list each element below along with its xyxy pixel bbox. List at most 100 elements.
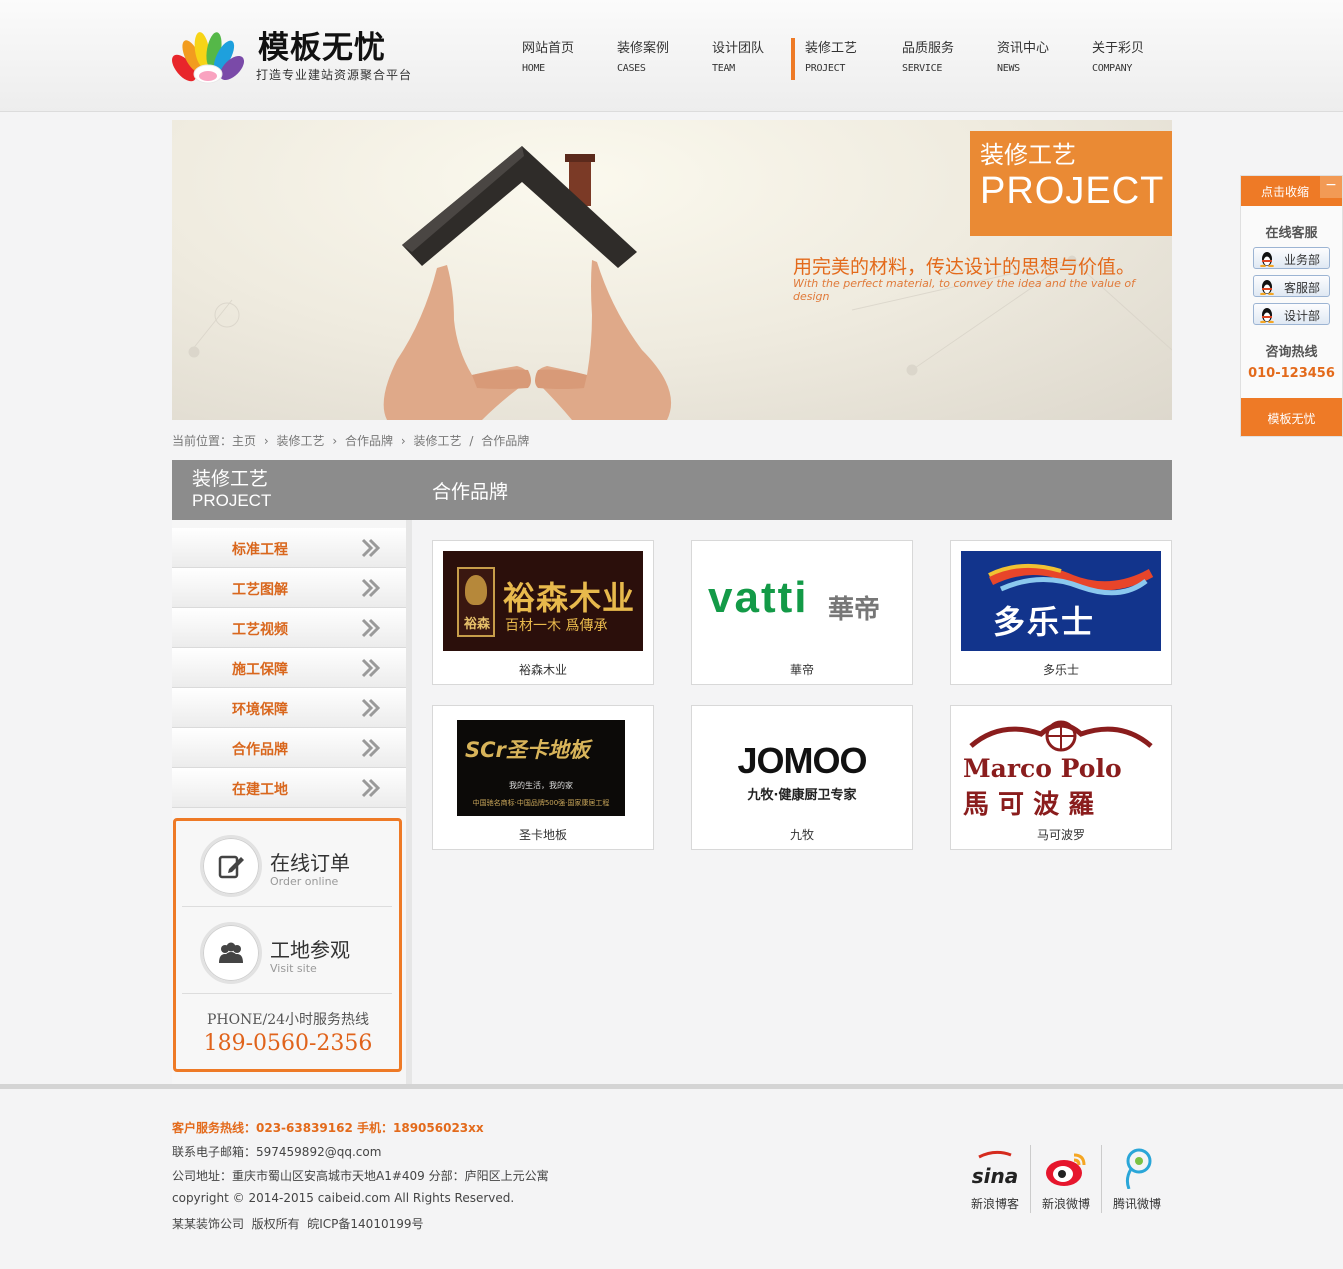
- breadcrumb-separator: ›: [263, 434, 269, 448]
- nav-label: 装修案例: [617, 41, 670, 56]
- logo-title: 模板无忧: [258, 30, 386, 66]
- breadcrumb-current: 合作品牌: [481, 434, 530, 448]
- sina-blog-link[interactable]: sina 新浪博客: [960, 1145, 1030, 1215]
- breadcrumb-brands[interactable]: 合作品牌: [345, 434, 393, 448]
- sidebar-item-standard[interactable]: 标准工程: [172, 528, 406, 568]
- social-label: 新浪博客: [970, 1197, 1019, 1211]
- nav-label: 网站首页: [522, 41, 575, 56]
- nav-label: 装修工艺: [805, 41, 858, 56]
- brand-logo-sub: 我的生活，我的家: [509, 781, 573, 790]
- panel-footer-link[interactable]: 模板无忧: [1241, 398, 1342, 436]
- sina-wordmark: sina: [972, 1164, 1019, 1188]
- nav-sublabel: NEWS: [997, 63, 1020, 74]
- sina-weibo-link[interactable]: 新浪微博: [1031, 1145, 1101, 1215]
- sidebar: 装修工艺 PROJECT 标准工程 工艺图解 工艺视频 施工保障 环境保障 合作…: [172, 460, 412, 1084]
- banner-title-en: PROJECT: [980, 170, 1165, 212]
- brand-logo-vatti: vatti 華帝: [702, 551, 902, 651]
- sidebar-item-brands[interactable]: 合作品牌: [172, 728, 406, 768]
- nav-cases[interactable]: 装修案例 CASES: [605, 38, 695, 80]
- sidebar-item-label: 标准工程: [232, 542, 288, 558]
- breadcrumb-project-2[interactable]: 装修工艺: [413, 434, 461, 448]
- nav-company[interactable]: 关于彩贝 COMPANY: [1080, 38, 1170, 80]
- phone-number: 189-0560-2356: [203, 1031, 373, 1056]
- sidebar-item-environment[interactable]: 环境保障: [172, 688, 406, 728]
- brand-card-vatti[interactable]: vatti 華帝 華帝: [691, 540, 913, 685]
- brand-logo-jomoo: JOMOO 九牧·健康厨卫专家: [702, 716, 902, 816]
- nav-news[interactable]: 资讯中心 NEWS: [985, 38, 1075, 80]
- banner-slogan: 用完美的材料，传达设计的思想与价值。: [793, 256, 1136, 278]
- sidebar-item-label: 工艺视频: [232, 622, 288, 638]
- order-online-link[interactable]: 在线订单 Order online: [182, 821, 392, 907]
- service-title: 在线客服: [1265, 226, 1318, 241]
- double-chevron-right-icon: [361, 578, 381, 598]
- nav-project[interactable]: 装修工艺 PROJECT: [791, 38, 881, 80]
- brand-logo-dulux: 多乐士: [961, 551, 1161, 651]
- footer-icp: 某某装饰公司 版权所有 皖ICP备14010199号: [172, 1217, 424, 1231]
- qq-button-label: 客服部: [1284, 281, 1321, 295]
- breadcrumb-home[interactable]: 主页: [232, 434, 256, 448]
- nav-home[interactable]: 网站首页 HOME: [510, 38, 600, 80]
- brand-card-jomoo[interactable]: JOMOO 九牧·健康厨卫专家 九牧: [691, 705, 913, 850]
- brand-logo-marcopolo: Marco Polo 馬 可 波 羅: [961, 716, 1161, 816]
- nav-sublabel: HOME: [522, 63, 545, 74]
- sidebar-item-video[interactable]: 工艺视频: [172, 608, 406, 648]
- nav-sublabel: CASES: [617, 63, 646, 74]
- brand-card-marcopolo[interactable]: Marco Polo 馬 可 波 羅 马可波罗: [950, 705, 1172, 850]
- sidebar-header: 装修工艺 PROJECT: [172, 460, 412, 520]
- nav-sublabel: COMPANY: [1092, 63, 1133, 74]
- brand-logo-sub2: 中国驰名商标·中国品牌500强·国家康居工程: [472, 799, 610, 807]
- brand-card-yusen[interactable]: 裕森 裕森木业 百材一木 爲傳承 裕森木业: [432, 540, 654, 685]
- weibo-icon: [1046, 1153, 1086, 1186]
- sidebar-title-cn: 装修工艺: [192, 468, 269, 490]
- nav-service[interactable]: 品质服务 SERVICE: [890, 38, 980, 80]
- sidebar-item-label: 合作品牌: [232, 742, 288, 758]
- site-logo[interactable]: 模板无忧 打造专业建站资源聚合平台: [172, 22, 432, 88]
- nav-sublabel: PROJECT: [805, 63, 846, 74]
- qq-button-business[interactable]: 业务部: [1253, 247, 1330, 269]
- tencent-weibo-link[interactable]: 腾讯微博: [1102, 1145, 1172, 1215]
- tree-icon: [465, 575, 487, 605]
- brand-name: 裕森木业: [518, 663, 567, 677]
- sidebar-item-sites[interactable]: 在建工地: [172, 768, 406, 808]
- breadcrumb-separator: /: [469, 434, 474, 448]
- qq-button-design[interactable]: 设计部: [1253, 303, 1330, 325]
- brand-name: 多乐士: [1042, 663, 1079, 677]
- page-banner: 装修工艺 PROJECT 用完美的材料，传达设计的思想与价值。 With the…: [172, 120, 1172, 420]
- nav-team[interactable]: 设计团队 TEAM: [700, 38, 790, 80]
- qq-penguin-icon: [1260, 308, 1274, 323]
- brand-logo-side: 裕森: [457, 567, 495, 637]
- minus-icon: −: [1320, 176, 1342, 198]
- brand-logo-text: 多乐士: [993, 603, 1096, 641]
- brand-logo-text: Marco Polo: [963, 754, 1122, 783]
- breadcrumb-project[interactable]: 装修工艺: [277, 434, 325, 448]
- brand-logo-sub: 九牧·健康厨卫专家: [747, 788, 857, 803]
- social-label: 腾讯微博: [1112, 1197, 1161, 1211]
- double-chevron-right-icon: [361, 658, 381, 678]
- qq-button-support[interactable]: 客服部: [1253, 275, 1330, 297]
- visit-site-link[interactable]: 工地参观 Visit site: [182, 908, 392, 994]
- collapse-toggle[interactable]: 点击收缩 −: [1241, 176, 1342, 206]
- contact-box: 在线订单 Order online 工地参观 Visit site PHONE/…: [173, 818, 402, 1072]
- banner-title-box: 装修工艺 PROJECT: [970, 131, 1172, 236]
- footer-hotline: 客户服务热线：023-63839162 手机：189056023xx: [172, 1121, 484, 1135]
- phone-label: PHONE/24小时服务热线: [206, 1012, 370, 1028]
- order-subtitle: Order online: [270, 875, 339, 888]
- brand-logo-shengka: SCr圣卡地板 我的生活，我的家 中国驰名商标·中国品牌500强·国家康居工程: [457, 720, 625, 816]
- double-chevron-right-icon: [361, 618, 381, 638]
- edit-document-icon: [218, 855, 244, 879]
- brand-card-shengka[interactable]: SCr圣卡地板 我的生活，我的家 中国驰名商标·中国品牌500强·国家康居工程 …: [432, 705, 654, 850]
- brand-logo-text: vatti: [708, 573, 809, 622]
- qq-penguin-icon: [1260, 280, 1274, 295]
- nav-sublabel: TEAM: [712, 63, 735, 74]
- brand-name: 马可波罗: [1036, 828, 1085, 842]
- online-service-panel: 点击收缩 − 在线客服 业务部 客服部 设计部 咨询热线 010-123456 …: [1240, 175, 1343, 437]
- sidebar-item-diagram[interactable]: 工艺图解: [172, 568, 406, 608]
- banner-title-cn: 装修工艺: [980, 141, 1076, 169]
- brand-card-dulux[interactable]: 多乐士 多乐士: [950, 540, 1172, 685]
- brand-name: 九牧: [789, 828, 814, 842]
- sidebar-item-construction[interactable]: 施工保障: [172, 648, 406, 688]
- order-title: 在线订单: [270, 851, 350, 875]
- nav-label: 品质服务: [902, 41, 955, 56]
- sidebar-menu: 标准工程 工艺图解 工艺视频 施工保障 环境保障 合作品牌 在建工地: [172, 528, 406, 808]
- hotline-number: 010-123456: [1248, 366, 1335, 381]
